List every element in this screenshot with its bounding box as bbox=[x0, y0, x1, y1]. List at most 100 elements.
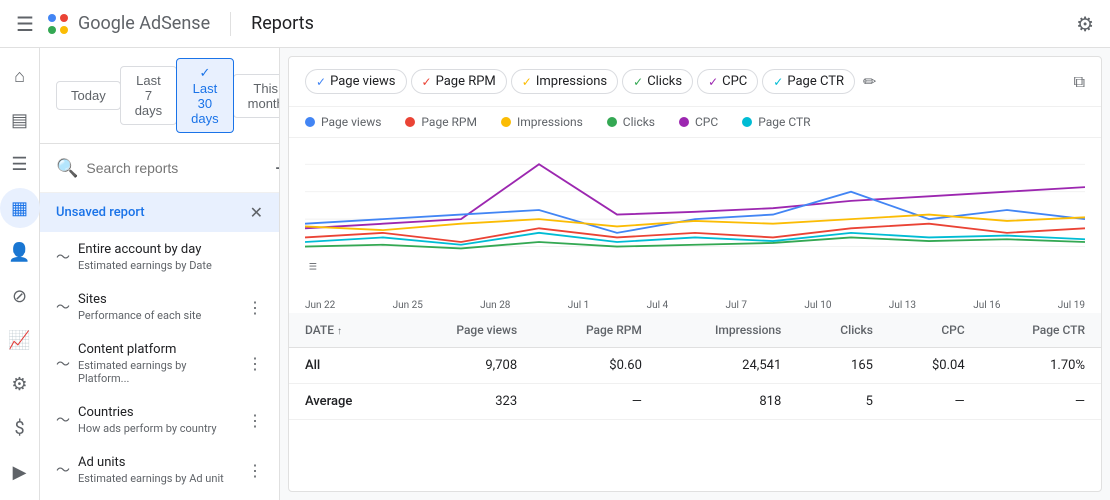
chip-label-cpc: CPC bbox=[722, 74, 747, 89]
sort-date-icon: ↑ bbox=[337, 326, 342, 337]
sidebar-item-countries[interactable]: 〜 Countries How ads perform by country ⋮ bbox=[40, 395, 279, 445]
col-header-date[interactable]: DATE ↑ bbox=[289, 313, 402, 348]
cell-impressions-average: 818 bbox=[658, 384, 797, 420]
wave-icon-4: 〜 bbox=[56, 410, 70, 430]
col-header-page-views[interactable]: Page views bbox=[402, 313, 534, 348]
item-title-3: Countries bbox=[78, 405, 239, 420]
sidebar: Today Last 7 days ✓ Last 30 days This mo… bbox=[40, 48, 280, 500]
col-header-clicks[interactable]: Clicks bbox=[797, 313, 889, 348]
legend-page-views: Page views bbox=[305, 115, 381, 129]
left-nav: ⌂ ▤ ☰ ▦ 👤 ⊘ 📈 ⚙ $ ▶ bbox=[0, 48, 40, 500]
item-title-4: Ad units bbox=[78, 455, 239, 470]
legend-dot-cpc bbox=[679, 117, 689, 127]
x-label-4: Jul 4 bbox=[647, 300, 669, 311]
col-header-page-rpm[interactable]: Page RPM bbox=[533, 313, 658, 348]
nav-settings[interactable]: ⚙ bbox=[0, 364, 40, 404]
filter-thismonth[interactable]: This month bbox=[233, 74, 280, 118]
legend-label-cpc: CPC bbox=[695, 115, 718, 129]
legend-label-page-ctr: Page CTR bbox=[758, 115, 810, 129]
search-bar: 🔍 + bbox=[40, 144, 279, 193]
filter-chart-icon[interactable]: ⧉ bbox=[1074, 72, 1085, 92]
item-subtitle-2: Estimated earnings by Platform... bbox=[78, 359, 239, 385]
x-label-8: Jul 16 bbox=[973, 300, 1000, 311]
page-title: Reports bbox=[251, 13, 314, 34]
google-logo bbox=[46, 12, 70, 36]
content-panel: ✓ Page views ✓ Page RPM ✓ Impressions ✓ … bbox=[288, 56, 1102, 492]
nav-content[interactable]: ☰ bbox=[0, 144, 40, 184]
legend-impressions: Impressions bbox=[501, 115, 583, 129]
item-subtitle-3: How ads perform by country bbox=[78, 422, 239, 435]
nav-block[interactable]: ⊘ bbox=[0, 276, 40, 316]
nav-analytics[interactable]: 📈 bbox=[0, 320, 40, 360]
item-subtitle-4: Estimated earnings by Ad unit bbox=[78, 472, 239, 485]
cell-page-ctr-average: — bbox=[981, 384, 1101, 420]
cell-page-ctr-all: 1.70% bbox=[981, 348, 1101, 384]
item-subtitle-1: Performance of each site bbox=[78, 309, 239, 322]
col-header-impressions[interactable]: Impressions bbox=[658, 313, 797, 348]
x-label-1: Jun 25 bbox=[393, 300, 423, 311]
nav-video[interactable]: ▶ bbox=[0, 452, 40, 492]
chip-page-rpm[interactable]: ✓ Page RPM bbox=[411, 69, 507, 94]
filter-last30[interactable]: ✓ Last 30 days bbox=[176, 58, 233, 133]
check-page-rpm: ✓ bbox=[422, 75, 432, 89]
x-label-0: Jun 22 bbox=[305, 300, 335, 311]
chip-clicks[interactable]: ✓ Clicks bbox=[622, 69, 693, 94]
chip-cpc[interactable]: ✓ CPC bbox=[697, 69, 758, 94]
chip-page-views[interactable]: ✓ Page views bbox=[305, 69, 407, 94]
sidebar-item-platforms[interactable]: 〜 Platforms Estimated earnings by Platfo… bbox=[40, 495, 279, 500]
table-row-average: Average 323 — 818 5 — — bbox=[289, 384, 1101, 420]
col-header-cpc[interactable]: CPC bbox=[889, 313, 981, 348]
chip-label-page-rpm: Page RPM bbox=[436, 74, 496, 89]
x-axis-labels: Jun 22 Jun 25 Jun 28 Jul 1 Jul 4 Jul 7 J… bbox=[289, 298, 1101, 313]
sidebar-item-entire-account[interactable]: 〜 Entire account by day Estimated earnin… bbox=[40, 232, 279, 282]
hamburger-menu[interactable]: ☰ bbox=[16, 12, 34, 36]
check-impressions: ✓ bbox=[522, 75, 532, 89]
legend-row: Page views Page RPM Impressions Clicks bbox=[289, 107, 1101, 138]
sidebar-item-sites[interactable]: 〜 Sites Performance of each site ⋮ bbox=[40, 282, 279, 332]
nav-charts[interactable]: ▦ bbox=[0, 188, 40, 228]
sidebar-item-unsaved[interactable]: Unsaved report ✕ bbox=[40, 193, 279, 232]
chip-page-ctr[interactable]: ✓ Page CTR bbox=[762, 69, 855, 94]
dots-icon-1[interactable]: ⋮ bbox=[247, 298, 263, 317]
wave-icon-2: 〜 bbox=[56, 297, 70, 317]
dots-icon-3[interactable]: ⋮ bbox=[247, 411, 263, 430]
x-label-2: Jun 28 bbox=[480, 300, 510, 311]
check-clicks: ✓ bbox=[633, 75, 643, 89]
settings-icon[interactable]: ⚙ bbox=[1076, 12, 1094, 36]
table-row-all: All 9,708 $0.60 24,541 165 $0.04 1.70% bbox=[289, 348, 1101, 384]
cell-cpc-average: — bbox=[889, 384, 981, 420]
check-page-ctr: ✓ bbox=[773, 75, 783, 89]
nav-accounts[interactable]: 👤 bbox=[0, 232, 40, 272]
col-header-page-ctr[interactable]: Page CTR bbox=[981, 313, 1101, 348]
chart-header: ✓ Page views ✓ Page RPM ✓ Impressions ✓ … bbox=[289, 57, 1101, 107]
sidebar-item-ad-units[interactable]: 〜 Ad units Estimated earnings by Ad unit… bbox=[40, 445, 279, 495]
search-input[interactable] bbox=[86, 160, 267, 176]
nav-payments[interactable]: $ bbox=[0, 408, 40, 448]
sidebar-item-content-platform[interactable]: 〜 Content platform Estimated earnings by… bbox=[40, 332, 279, 395]
main-content: ✓ Page views ✓ Page RPM ✓ Impressions ✓ … bbox=[280, 48, 1110, 500]
x-label-7: Jul 13 bbox=[889, 300, 916, 311]
legend-dot-clicks bbox=[607, 117, 617, 127]
x-label-5: Jul 7 bbox=[725, 300, 747, 311]
filter-today[interactable]: Today bbox=[56, 81, 121, 110]
item-title-0: Entire account by day bbox=[78, 242, 263, 257]
unsaved-report-title: Unsaved report bbox=[56, 205, 242, 220]
cell-cpc-all: $0.04 bbox=[889, 348, 981, 384]
item-title-2: Content platform bbox=[78, 342, 239, 357]
cell-page-views-all: 9,708 bbox=[402, 348, 534, 384]
close-unsaved-icon[interactable]: ✕ bbox=[250, 203, 263, 222]
dots-icon-4[interactable]: ⋮ bbox=[247, 461, 263, 480]
nav-reports-2[interactable]: ▤ bbox=[0, 100, 40, 140]
chip-label-page-views: Page views bbox=[330, 74, 395, 89]
filter-last7[interactable]: Last 7 days bbox=[120, 66, 177, 125]
cell-page-views-average: 323 bbox=[402, 384, 534, 420]
dots-icon-2[interactable]: ⋮ bbox=[247, 354, 263, 373]
chip-impressions[interactable]: ✓ Impressions bbox=[511, 69, 618, 94]
nav-home[interactable]: ⌂ bbox=[0, 56, 40, 96]
item-subtitle-0: Estimated earnings by Date bbox=[78, 259, 263, 272]
legend-dot-page-views bbox=[305, 117, 315, 127]
cell-page-rpm-all: $0.60 bbox=[533, 348, 658, 384]
edit-metrics-icon[interactable]: ✏ bbox=[863, 72, 876, 91]
cell-page-rpm-average: — bbox=[533, 384, 658, 420]
legend-clicks: Clicks bbox=[607, 115, 655, 129]
